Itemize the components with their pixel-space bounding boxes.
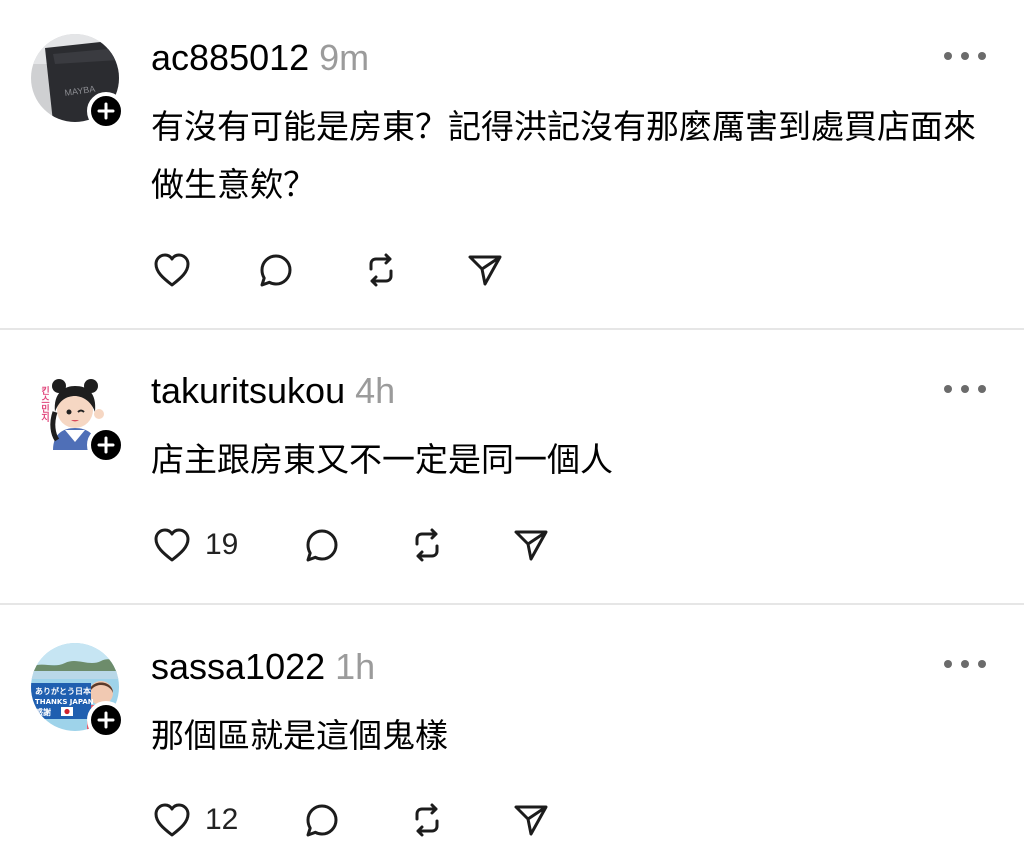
heart-icon (154, 528, 190, 562)
share-icon (514, 530, 548, 561)
dot (961, 52, 969, 60)
heart-icon (154, 803, 190, 837)
dot (944, 660, 952, 668)
timestamp: 9m (319, 37, 370, 78)
comment-icon (260, 254, 292, 287)
share-button[interactable] (466, 252, 504, 288)
repost-icon (415, 528, 439, 562)
post-2: 킨스민지 takuritsukou 4h 店主跟房東又不一定是同一個人 19 (0, 330, 1024, 603)
comment-button[interactable] (257, 251, 295, 289)
avatar-banner-line: THANKS JAPAN (35, 698, 94, 706)
share-button[interactable] (512, 527, 550, 563)
like-count: 12 (205, 803, 239, 836)
dot (961, 385, 969, 393)
repost-icon (415, 803, 439, 837)
share-button[interactable] (512, 802, 550, 838)
avatar-banner-line: ありがとう日本 (35, 686, 91, 696)
post-text: 有沒有可能是房東？記得洪記沒有那麼厲害到處買店面來做生意欸？ (151, 107, 976, 204)
username[interactable]: sassa1022 (151, 646, 325, 687)
dot (978, 385, 986, 393)
username[interactable]: ac885012 (151, 37, 309, 78)
like-button[interactable] (153, 252, 191, 288)
dot (978, 52, 986, 60)
follow-button[interactable] (87, 701, 125, 739)
dot (961, 660, 969, 668)
post-3: ありがとう日本 THANKS JAPAN 感謝 sassa1022 1h 那個區就… (0, 605, 1024, 859)
post-text: 店主跟房東又不一定是同一個人 (151, 440, 613, 479)
comment-button[interactable] (303, 801, 341, 839)
dot (978, 660, 986, 668)
plus-icon (97, 102, 115, 120)
heart-icon (154, 253, 190, 287)
post-header: sassa1022 1h (151, 647, 375, 687)
more-options-button[interactable] (944, 46, 986, 66)
comment-icon (306, 804, 338, 837)
post-header: takuritsukou 4h (151, 371, 395, 411)
timestamp: 4h (355, 370, 396, 411)
timestamp: 1h (335, 646, 376, 687)
repost-button[interactable] (408, 526, 446, 564)
avatar-banner-line: 感謝 (35, 707, 51, 717)
comment-icon (306, 529, 338, 562)
more-options-button[interactable] (944, 654, 986, 674)
like-button[interactable]: 19 (153, 527, 238, 563)
repost-button[interactable] (362, 251, 400, 289)
comment-button[interactable] (303, 526, 341, 564)
more-options-button[interactable] (944, 379, 986, 399)
post-header: ac885012 9m (151, 38, 369, 78)
dot (944, 385, 952, 393)
avatar-side-text: 킨스민지 (39, 385, 49, 423)
follow-button[interactable] (87, 92, 125, 130)
share-icon (514, 805, 548, 836)
repost-icon (369, 253, 393, 287)
share-icon (468, 255, 502, 286)
post-text: 那個區就是這個鬼樣 (151, 716, 448, 755)
plus-icon (97, 711, 115, 729)
plus-icon (97, 436, 115, 454)
dot (944, 52, 952, 60)
like-count: 19 (205, 528, 239, 561)
username[interactable]: takuritsukou (151, 370, 345, 411)
follow-button[interactable] (87, 426, 125, 464)
repost-button[interactable] (408, 801, 446, 839)
like-button[interactable]: 12 (153, 802, 238, 838)
post-1: MAYBA ac885012 9m 有沒有可能是房東？記得洪記沒有那麼厲害到處買店… (0, 0, 1024, 328)
